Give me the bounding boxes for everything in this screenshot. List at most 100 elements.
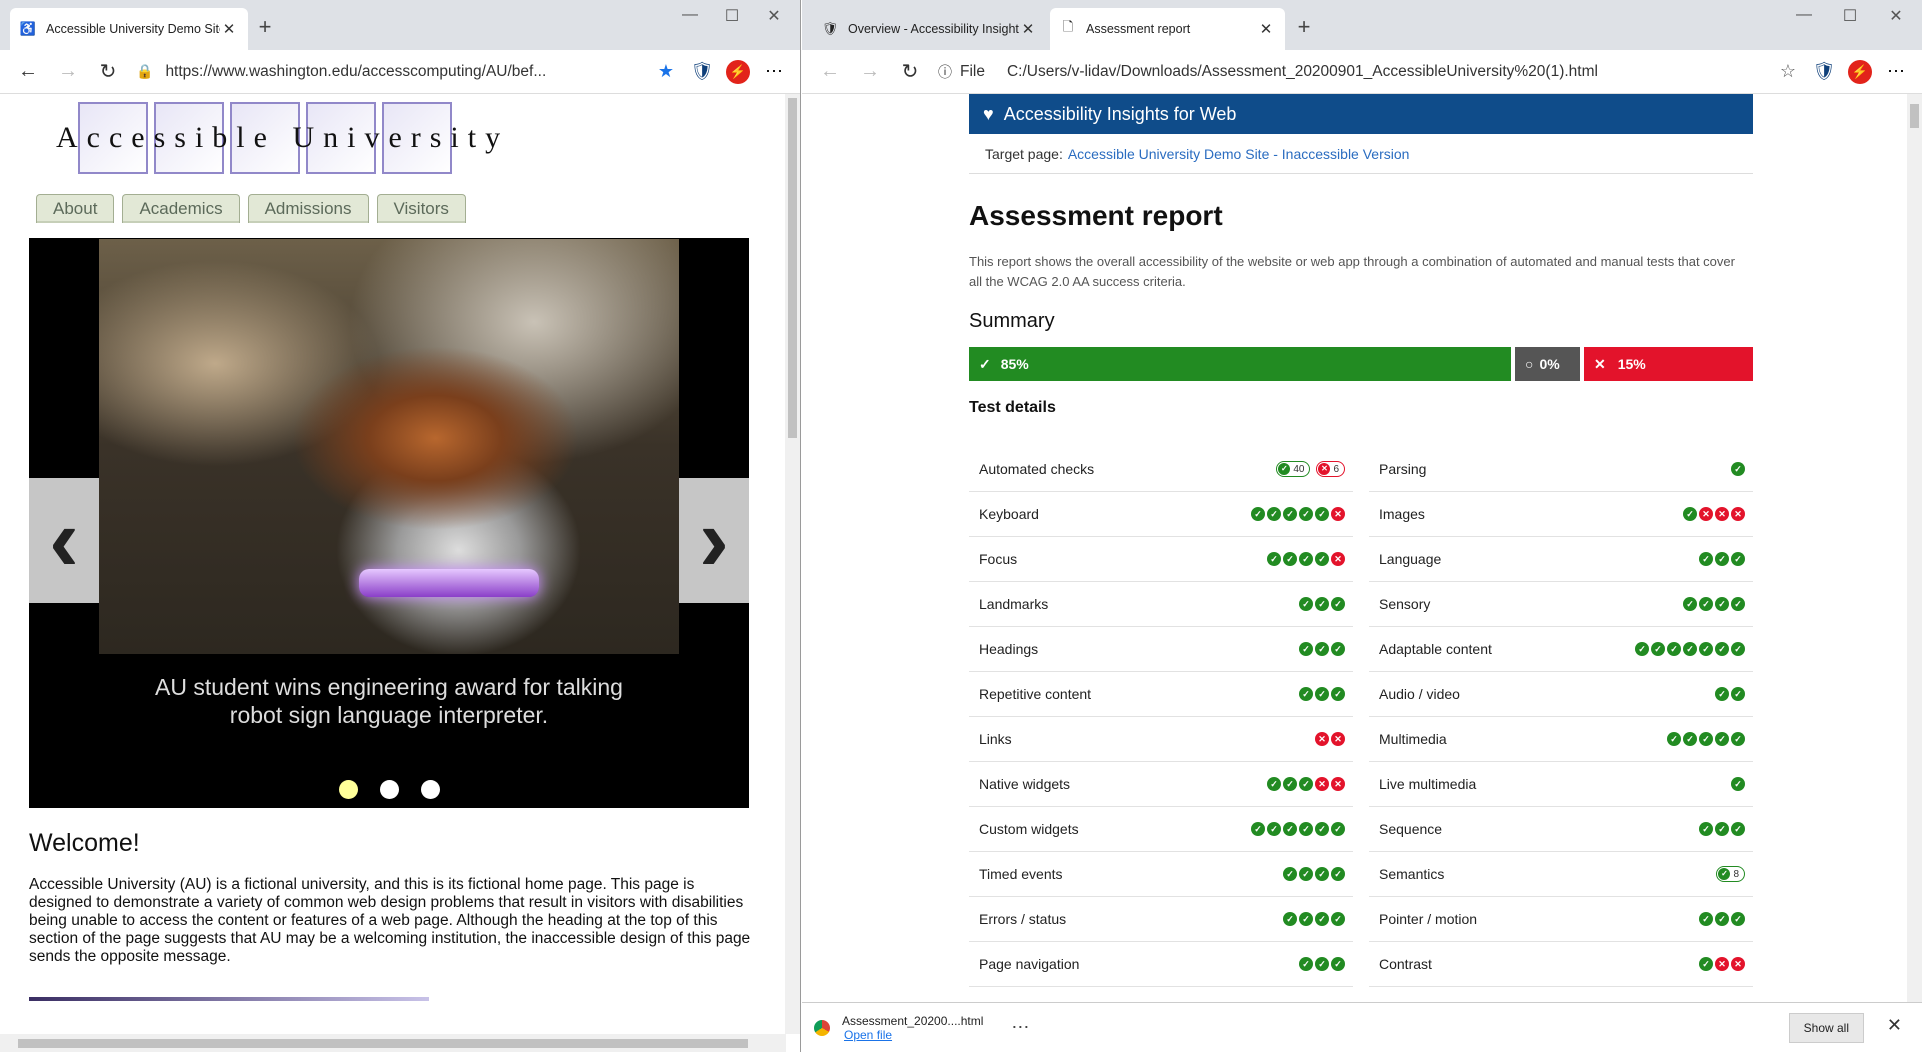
accessibility-insights-extension-icon[interactable]: 🛡 bbox=[1806, 61, 1842, 82]
site-nav: About Academics Admissions Visitors bbox=[36, 194, 466, 223]
test-status-icons: ✓ bbox=[1731, 462, 1745, 476]
vertical-scrollbar[interactable] bbox=[1907, 94, 1922, 1002]
test-row: Links ✕ ✕ bbox=[969, 717, 1353, 762]
forward-icon[interactable]: → bbox=[850, 60, 890, 83]
download-more-icon[interactable]: ⋯ bbox=[1011, 1017, 1029, 1038]
address-field[interactable]: ⓘ File C:/Users/v-lidav/Downloads/Assess… bbox=[930, 56, 1770, 88]
pass-icon: ✓ bbox=[1731, 552, 1745, 566]
new-tab-icon[interactable]: + bbox=[1289, 14, 1319, 40]
carousel-dot-1[interactable] bbox=[338, 780, 358, 799]
address-field[interactable]: 🔒 https://www.washington.edu/accesscompu… bbox=[128, 56, 648, 88]
show-all-button[interactable]: Show all bbox=[1788, 1013, 1864, 1043]
pass-icon: ✓ bbox=[1315, 867, 1329, 881]
more-menu-icon[interactable]: ⋯ bbox=[756, 61, 792, 82]
summary-heading: Summary bbox=[969, 310, 1055, 332]
test-name: Sensory bbox=[1379, 596, 1431, 612]
test-name: Focus bbox=[979, 551, 1018, 567]
pass-icon: ✓ bbox=[1715, 687, 1729, 701]
tab-assessment-report[interactable]: 🗋 Assessment report ✕ bbox=[1050, 8, 1285, 50]
fail-icon: ✕ bbox=[1331, 507, 1345, 521]
carousel-prev-button[interactable]: ‹ bbox=[29, 478, 99, 603]
test-row: Focus ✓ ✓ ✓ ✓ ✕ bbox=[969, 537, 1353, 582]
favorite-star-icon[interactable]: ☆ bbox=[1770, 61, 1806, 82]
carousel-dot-3[interactable] bbox=[420, 780, 440, 799]
test-row: Landmarks ✓ ✓ ✓ bbox=[969, 582, 1353, 627]
pass-icon: ✓ bbox=[1299, 687, 1313, 701]
extension-icon[interactable]: ⚡ bbox=[1842, 59, 1878, 84]
new-tab-icon[interactable]: + bbox=[250, 14, 280, 40]
tab-overview[interactable]: 🛡 Overview - Accessibility Insights ✕ bbox=[812, 8, 1047, 50]
test-name: Sequence bbox=[1379, 821, 1443, 837]
pass-icon: ✓ bbox=[1731, 687, 1745, 701]
close-tab-icon[interactable]: ✕ bbox=[1257, 20, 1275, 38]
target-page-link[interactable]: Accessible University Demo Site - Inacce… bbox=[1068, 146, 1410, 162]
summary-fail: ✕ 15% bbox=[1584, 347, 1753, 381]
accessibility-insights-logo-icon: ♥ bbox=[983, 103, 994, 124]
pass-icon: ✓ bbox=[1667, 732, 1681, 746]
test-name: Errors / status bbox=[979, 911, 1067, 927]
test-status-icons: ✓ ✓ ✓ ✓ ✓ bbox=[1667, 732, 1745, 746]
pass-icon: ✓ bbox=[1699, 642, 1713, 656]
fail-icon: ✕ bbox=[1715, 507, 1729, 521]
file-label: File bbox=[960, 62, 985, 80]
close-download-bar-icon[interactable]: ✕ bbox=[1887, 1015, 1902, 1036]
nav-academics[interactable]: Academics bbox=[122, 194, 240, 223]
welcome-heading: Welcome! bbox=[29, 829, 140, 857]
accessibility-insights-extension-icon[interactable]: 🛡 bbox=[684, 61, 720, 82]
extension-icon[interactable]: ⚡ bbox=[720, 59, 756, 84]
nav-about[interactable]: About bbox=[36, 194, 115, 223]
test-row: Repetitive content ✓ ✓ ✓ bbox=[969, 672, 1353, 717]
vertical-scrollbar[interactable] bbox=[785, 94, 800, 1034]
minimize-icon[interactable]: — bbox=[670, 6, 710, 24]
tab-accessible-university[interactable]: ♿ Accessible University Demo Site ✕ bbox=[10, 8, 248, 50]
close-tab-icon[interactable]: ✕ bbox=[1019, 20, 1037, 38]
pass-icon: ✓ bbox=[1315, 957, 1329, 971]
carousel-dot-2[interactable] bbox=[379, 780, 399, 799]
carousel-next-button[interactable]: › bbox=[679, 478, 749, 603]
test-name: Native widgets bbox=[979, 776, 1071, 792]
pass-icon: ✓ bbox=[1699, 822, 1713, 836]
favorite-star-icon[interactable]: ★ bbox=[648, 61, 684, 82]
refresh-icon[interactable]: ↻ bbox=[890, 59, 930, 84]
test-status-icons: ✓ ✓ ✓ ✓ ✓ ✕ bbox=[1251, 507, 1345, 521]
refresh-icon[interactable]: ↻ bbox=[88, 59, 128, 84]
maximize-icon[interactable]: ☐ bbox=[1830, 6, 1870, 26]
test-name: Audio / video bbox=[1379, 686, 1460, 702]
open-file-link[interactable]: Open file bbox=[844, 1028, 983, 1042]
pass-icon: ✓ bbox=[1683, 597, 1697, 611]
pass-icon: ✓ bbox=[1299, 552, 1313, 566]
pass-icon: ✓ bbox=[1699, 597, 1713, 611]
test-name: Landmarks bbox=[979, 596, 1049, 612]
carousel-dots bbox=[29, 780, 749, 799]
fail-icon: ✕ bbox=[1331, 732, 1345, 746]
test-status-icons: ✓ ✓ ✓ bbox=[1299, 957, 1345, 971]
close-tab-icon[interactable]: ✕ bbox=[220, 20, 238, 38]
forward-icon[interactable]: → bbox=[48, 60, 88, 83]
test-status-icons: ✓ ✓ ✓ bbox=[1299, 687, 1345, 701]
maximize-icon[interactable]: ☐ bbox=[712, 6, 752, 26]
horizontal-scrollbar[interactable] bbox=[0, 1034, 786, 1052]
pass-icon: ✓ bbox=[1299, 822, 1313, 836]
back-icon[interactable]: ← bbox=[810, 60, 850, 83]
site-logo[interactable]: Accessible University bbox=[56, 102, 509, 174]
test-row: Keyboard ✓ ✓ ✓ ✓ ✓ ✕ bbox=[969, 492, 1353, 537]
pass-icon: ✓ bbox=[1715, 732, 1729, 746]
pass-icon: ✓ bbox=[1331, 687, 1345, 701]
nav-visitors[interactable]: Visitors bbox=[376, 194, 466, 223]
back-icon[interactable]: ← bbox=[8, 60, 48, 83]
test-status-icons: ✓ ✓ ✓ ✓ ✓ ✓ ✓ bbox=[1635, 642, 1745, 656]
test-row: Automated checks ✓ 40 ✕ 6 bbox=[969, 447, 1353, 492]
minimize-icon[interactable]: — bbox=[1784, 6, 1824, 24]
pass-icon: ✓ bbox=[1715, 552, 1729, 566]
pass-icon: ✓ bbox=[1699, 912, 1713, 926]
pass-count-badge: ✓ 40 bbox=[1276, 461, 1311, 477]
close-window-icon[interactable]: ✕ bbox=[1876, 6, 1916, 26]
close-window-icon[interactable]: ✕ bbox=[754, 6, 794, 26]
more-menu-icon[interactable]: ⋯ bbox=[1878, 61, 1914, 82]
pass-icon: ✓ bbox=[1731, 462, 1745, 476]
download-item[interactable]: Assessment_20200....html Open file bbox=[842, 1014, 983, 1042]
test-row: Timed events ✓ ✓ ✓ ✓ bbox=[969, 852, 1353, 897]
test-name: Headings bbox=[979, 641, 1039, 657]
pass-icon: ✓ bbox=[1699, 957, 1713, 971]
nav-admissions[interactable]: Admissions bbox=[247, 194, 369, 223]
